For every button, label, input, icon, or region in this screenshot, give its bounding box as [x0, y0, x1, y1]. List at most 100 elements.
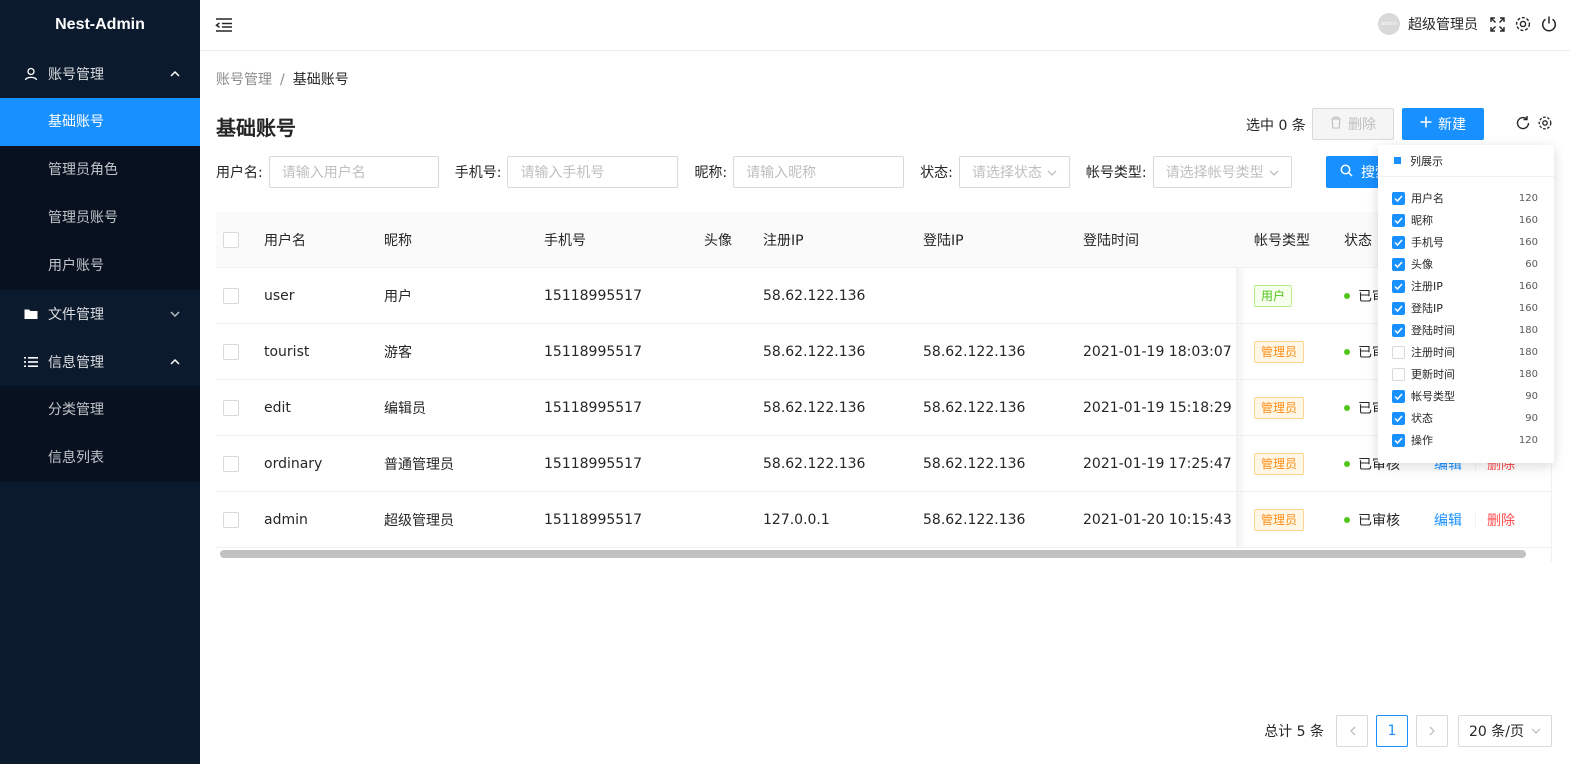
account-type-select[interactable]: 请选择帐号类型 [1152, 156, 1292, 188]
page-button-1[interactable]: 1 [1376, 715, 1408, 747]
checkbox-checked-icon[interactable] [1392, 301, 1405, 315]
status-select[interactable]: 请选择状态 [958, 156, 1070, 188]
column-header[interactable]: 登陆IP [923, 212, 964, 268]
checkbox-unchecked-icon[interactable] [1392, 345, 1405, 359]
column-header[interactable]: 状态 [1344, 212, 1372, 268]
row-checkbox[interactable] [223, 492, 239, 548]
cell-nickname: 编辑员 [384, 401, 426, 417]
checkbox-checked-icon[interactable] [1392, 279, 1405, 293]
select-all-checkbox[interactable] [223, 212, 239, 268]
app-logo: Nest-Admin [55, 16, 145, 33]
account-type-tag: 管理员 [1254, 397, 1305, 419]
sidebar-item-user-account[interactable]: 用户账号 [0, 242, 200, 290]
checkbox-unchecked-icon[interactable] [1392, 367, 1405, 381]
row-checkbox[interactable] [223, 380, 239, 436]
page-size-select[interactable]: 20 条/页 [1458, 715, 1552, 747]
column-setting-name: 注册IP [1411, 280, 1443, 293]
column-header[interactable]: 帐号类型 [1254, 212, 1310, 268]
filter-label-username: 用户名: [216, 165, 263, 181]
cell-reg-ip: 58.62.122.136 [763, 400, 866, 416]
cell-login-time: 2021-01-19 17:25:47 [1083, 456, 1232, 472]
column-setting-item[interactable]: 注册时间 180 [1378, 341, 1554, 363]
cell-login-time: 2021-01-19 15:18:29 [1083, 400, 1232, 416]
sidebar-item-info-list[interactable]: 信息列表 [0, 434, 200, 482]
cell-reg-ip: 127.0.0.1 [763, 512, 830, 528]
column-setting-width: 90 [1525, 390, 1538, 402]
list-icon [22, 356, 40, 368]
new-button[interactable]: 新建 [1402, 108, 1484, 140]
row-checkbox[interactable] [223, 324, 239, 380]
fullscreen-icon[interactable] [1488, 15, 1506, 33]
column-setting-item[interactable]: 用户名 120 [1378, 187, 1554, 209]
column-header[interactable]: 登陆时间 [1083, 212, 1139, 268]
column-settings-header: 列展示 [1378, 145, 1554, 177]
nickname-input[interactable]: 请输入昵称 [733, 156, 905, 188]
checkbox-checked-icon[interactable] [1392, 213, 1405, 227]
column-setting-item[interactable]: 登陆IP 160 [1378, 297, 1554, 319]
cell-login-ip: 58.62.122.136 [923, 456, 1026, 472]
edit-link[interactable]: 编辑 [1434, 492, 1462, 548]
sidebar-item-admin-role[interactable]: 管理员角色 [0, 146, 200, 194]
select-all-columns-checkbox[interactable] [1392, 156, 1402, 166]
cell-account-type: 管理员 [1254, 324, 1305, 380]
checkbox-checked-icon[interactable] [1392, 433, 1405, 447]
column-header[interactable]: 手机号 [544, 212, 586, 268]
column-setting-item[interactable]: 注册IP 160 [1378, 275, 1554, 297]
phone-input[interactable]: 请输入手机号 [507, 156, 679, 188]
column-setting-item[interactable]: 操作 120 [1378, 429, 1554, 451]
row-checkbox[interactable] [223, 436, 239, 492]
table-row: admin 超级管理员 15118995517 127.0.0.1 58.62.122.… [216, 492, 1551, 548]
horizontal-scrollbar[interactable] [220, 550, 1526, 558]
sidebar-item-admin-account[interactable]: 管理员账号 [0, 194, 200, 242]
chevron-left-icon [1349, 726, 1355, 736]
row-checkbox[interactable] [223, 268, 239, 324]
sidebar-item-category[interactable]: 分类管理 [0, 386, 200, 434]
cell-nickname: 游客 [384, 345, 412, 361]
chevron-down-icon [170, 309, 180, 320]
column-setting-icon[interactable] [1537, 115, 1555, 133]
checkbox-checked-icon[interactable] [1392, 389, 1405, 403]
column-setting-item[interactable]: 更新时间 180 [1378, 363, 1554, 385]
column-header[interactable]: 昵称 [384, 212, 412, 268]
nickname-placeholder: 请输入昵称 [746, 165, 817, 181]
prev-page-button[interactable] [1336, 715, 1368, 747]
checkbox-checked-icon[interactable] [1392, 191, 1405, 205]
checkbox-checked-icon[interactable] [1392, 235, 1405, 249]
cell-phone: 15118995517 [544, 456, 642, 472]
checkbox-checked-icon[interactable] [1392, 257, 1405, 271]
column-header[interactable]: 注册IP [763, 212, 804, 268]
menu-group-info[interactable]: 信息管理 [0, 338, 200, 386]
column-header[interactable]: 头像 [704, 212, 732, 268]
cell-login-time: 2021-01-19 18:03:07 [1083, 344, 1232, 360]
cell-phone: 15118995517 [544, 512, 642, 528]
username-input[interactable]: 请输入用户名 [268, 156, 439, 188]
column-setting-item[interactable]: 登陆时间 180 [1378, 319, 1554, 341]
delete-button[interactable]: 删除 [1312, 108, 1394, 140]
menu-fold-icon[interactable] [214, 15, 234, 35]
delete-link[interactable]: 删除 [1487, 492, 1515, 548]
column-setting-item[interactable]: 头像 60 [1378, 253, 1554, 275]
next-page-button[interactable] [1416, 715, 1448, 747]
breadcrumb-parent[interactable]: 账号管理 [216, 72, 272, 88]
menu-group-account[interactable]: 账号管理 [0, 50, 200, 98]
column-setting-item[interactable]: 手机号 160 [1378, 231, 1554, 253]
status-placeholder: 请选择状态 [971, 165, 1042, 181]
checkbox-checked-icon[interactable] [1392, 411, 1405, 425]
cell-login-time: 2021-01-20 10:15:43 [1083, 512, 1232, 528]
column-setting-item[interactable]: 帐号类型 90 [1378, 385, 1554, 407]
action-divider [1475, 492, 1476, 548]
gear-icon[interactable] [1514, 15, 1532, 33]
power-icon[interactable] [1540, 15, 1558, 33]
menu-group-files[interactable]: 文件管理 [0, 290, 200, 338]
reload-icon[interactable] [1515, 115, 1533, 133]
cell-login-ip: 58.62.122.136 [923, 344, 1026, 360]
search-icon [1340, 164, 1353, 181]
column-header[interactable]: 用户名 [264, 212, 306, 268]
column-setting-item[interactable]: 昵称 160 [1378, 209, 1554, 231]
column-setting-name: 头像 [1411, 258, 1433, 271]
avatar[interactable]: admin [1378, 13, 1400, 35]
column-setting-item[interactable]: 状态 90 [1378, 407, 1554, 429]
checkbox-checked-icon[interactable] [1392, 323, 1405, 337]
sidebar-item-basic-account[interactable]: 基础账号 [0, 98, 200, 146]
header-username[interactable]: 超级管理员 [1408, 14, 1478, 34]
